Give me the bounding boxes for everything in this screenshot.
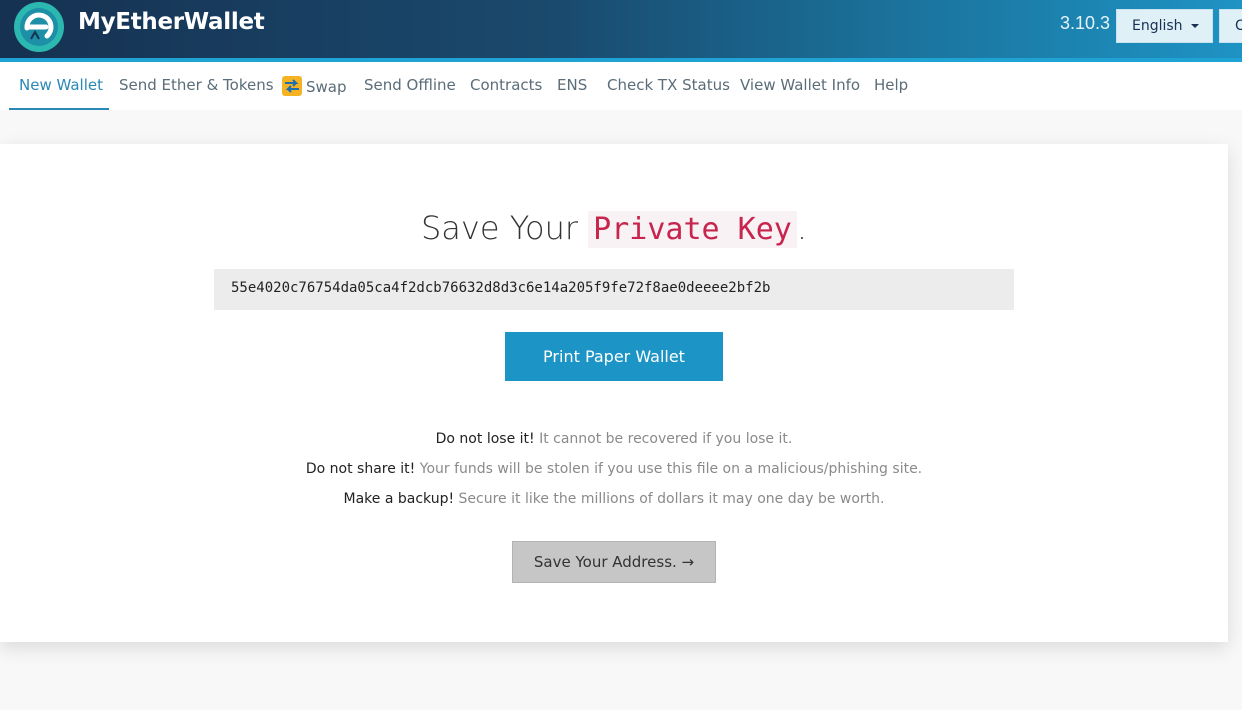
nav-ens[interactable]: ENS	[557, 76, 587, 94]
warning-share-text: Your funds will be stolen if you use thi…	[419, 461, 923, 477]
caret-down-icon	[1190, 24, 1199, 28]
save-your-address-button[interactable]: Save Your Address. →	[512, 541, 716, 583]
brand-name[interactable]: MyEtherWallet	[78, 9, 265, 35]
warning-backup-text: Secure it like the millions of dollars i…	[458, 491, 885, 507]
nav-new-wallet[interactable]: New Wallet	[19, 76, 103, 94]
active-tab-underline	[9, 108, 109, 110]
language-dropdown[interactable]: English	[1116, 9, 1213, 43]
warning-lose-text: It cannot be recovered if you lose it.	[539, 431, 793, 447]
nav-send-ether-tokens[interactable]: Send Ether & Tokens	[119, 76, 274, 94]
title-suffix: .	[796, 209, 808, 247]
swap-icon	[282, 76, 302, 96]
print-paper-wallet-button[interactable]: Print Paper Wallet	[505, 332, 723, 381]
title-prefix: Save Your	[420, 209, 578, 247]
warning-backup-strong: Make a backup!	[343, 491, 455, 507]
header-bar: MyEtherWallet 3.10.3 English C	[0, 0, 1242, 58]
warning-lose-strong: Do not lose it!	[435, 431, 535, 447]
nav-view-wallet-info[interactable]: View Wallet Info	[740, 76, 860, 94]
title-private-key-code: Private Key	[588, 211, 797, 248]
main-nav: New Wallet Send Ether & Tokens Swap Send…	[0, 62, 1242, 110]
warning-line-backup: Make a backup! Secure it like the millio…	[0, 491, 1228, 507]
myetherwallet-logo-icon[interactable]	[13, 1, 65, 53]
nav-check-tx-status[interactable]: Check TX Status	[607, 76, 730, 94]
warning-line-share: Do not share it! Your funds will be stol…	[0, 461, 1228, 477]
version-label: 3.10.3	[1060, 13, 1111, 33]
nav-swap[interactable]: Swap	[282, 76, 347, 96]
private-key-field[interactable]: 55e4020c76754da05ca4f2dcb76632d8d3c6e14a…	[214, 269, 1014, 310]
nav-swap-label: Swap	[306, 78, 347, 96]
warning-share-strong: Do not share it!	[305, 461, 416, 477]
language-label: English	[1132, 18, 1183, 34]
warning-line-lose: Do not lose it! It cannot be recovered i…	[0, 431, 1228, 447]
node-dropdown[interactable]: C	[1219, 9, 1242, 43]
nav-send-offline[interactable]: Send Offline	[364, 76, 456, 94]
page-title: Save Your Private Key.	[0, 209, 1228, 248]
nav-help[interactable]: Help	[874, 76, 908, 94]
nav-contracts[interactable]: Contracts	[470, 76, 542, 94]
